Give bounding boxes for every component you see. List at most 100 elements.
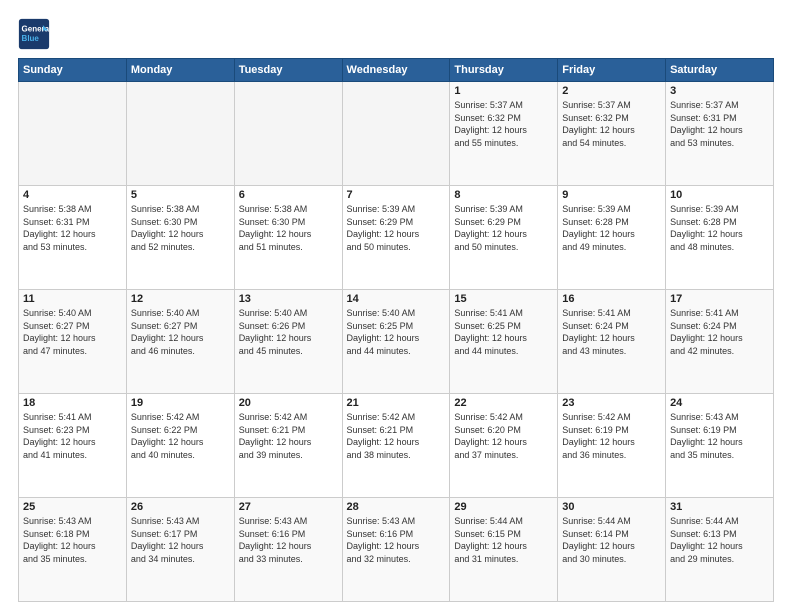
day-info: Sunrise: 5:38 AM Sunset: 6:31 PM Dayligh… [23, 203, 122, 253]
calendar-cell: 3Sunrise: 5:37 AM Sunset: 6:31 PM Daylig… [666, 82, 774, 186]
day-number: 17 [670, 293, 769, 305]
weekday-header-row: SundayMondayTuesdayWednesdayThursdayFrid… [19, 59, 774, 82]
calendar-cell: 30Sunrise: 5:44 AM Sunset: 6:14 PM Dayli… [558, 498, 666, 602]
day-info: Sunrise: 5:43 AM Sunset: 6:19 PM Dayligh… [670, 411, 769, 461]
calendar-cell: 29 Sunrise: 5:44 AM Sunset: 6:15 PM Dayli… [450, 498, 558, 602]
weekday-header-wednesday: Wednesday [342, 59, 450, 82]
calendar-cell: 19 Sunrise: 5:42 AM Sunset: 6:22 PM Dayli… [126, 394, 234, 498]
calendar-cell: 11 Sunrise: 5:40 AM Sunset: 6:27 PM Dayli… [19, 290, 127, 394]
calendar-cell: 12 Sunrise: 5:40 AM Sunset: 6:27 PM Dayli… [126, 290, 234, 394]
day-info: Sunrise: 5:41 AM Sunset: 6:24 PM Dayligh… [670, 307, 769, 357]
day-number: 5 [131, 189, 230, 201]
calendar-body: 1 Sunrise: 5:37 AM Sunset: 6:32 PM Daylig… [19, 82, 774, 602]
calendar-cell [342, 82, 450, 186]
day-info: Sunrise: 5:41 AM Sunset: 6:25 PM Dayligh… [454, 307, 553, 357]
day-number: 25 [23, 501, 122, 513]
day-info: Sunrise: 5:37 AM Sunset: 6:32 PM Dayligh… [454, 99, 553, 149]
day-info: Sunrise: 5:40 AM Sunset: 6:27 PM Dayligh… [131, 307, 230, 357]
day-number: 11 [23, 293, 122, 305]
calendar-cell: 21 Sunrise: 5:42 AM Sunset: 6:21 PM Dayli… [342, 394, 450, 498]
day-number: 16 [562, 293, 661, 305]
day-info: Sunrise: 5:40 AM Sunset: 6:27 PM Dayligh… [23, 307, 122, 357]
day-info: Sunrise: 5:42 AM Sunset: 6:20 PM Dayligh… [454, 411, 553, 461]
calendar-cell: 15 Sunrise: 5:41 AM Sunset: 6:25 PM Dayli… [450, 290, 558, 394]
calendar-cell: 24 Sunrise: 5:43 AM Sunset: 6:19 PM Dayli… [666, 394, 774, 498]
header: General Blue [18, 18, 774, 50]
day-number: 7 [347, 189, 446, 201]
calendar-cell [19, 82, 127, 186]
day-info: Sunrise: 5:42 AM Sunset: 6:21 PM Dayligh… [347, 411, 446, 461]
day-number: 19 [131, 397, 230, 409]
day-info: Sunrise: 5:44 AM Sunset: 6:15 PM Dayligh… [454, 515, 553, 565]
day-info: Sunrise: 5:39 AM Sunset: 6:28 PM Dayligh… [670, 203, 769, 253]
day-number: 29 [454, 501, 553, 513]
calendar-cell: 10 Sunrise: 5:39 AM Sunset: 6:28 PM Dayli… [666, 186, 774, 290]
calendar-cell: 27 Sunrise: 5:43 AM Sunset: 6:16 PM Dayli… [234, 498, 342, 602]
day-number: 8 [454, 189, 553, 201]
day-number: 6 [239, 189, 338, 201]
calendar-cell: 7 Sunrise: 5:39 AM Sunset: 6:29 PM Daylig… [342, 186, 450, 290]
day-info: Sunrise: 5:39 AM Sunset: 6:29 PM Dayligh… [454, 203, 553, 253]
week-row-3: 11 Sunrise: 5:40 AM Sunset: 6:27 PM Dayli… [19, 290, 774, 394]
calendar-cell: 16 Sunrise: 5:41 AM Sunset: 6:24 PM Dayli… [558, 290, 666, 394]
day-info: Sunrise: 5:40 AM Sunset: 6:25 PM Dayligh… [347, 307, 446, 357]
calendar-cell: 2Sunrise: 5:37 AM Sunset: 6:32 PM Daylig… [558, 82, 666, 186]
calendar-cell: 6Sunrise: 5:38 AM Sunset: 6:30 PM Daylig… [234, 186, 342, 290]
calendar: SundayMondayTuesdayWednesdayThursdayFrid… [18, 58, 774, 602]
day-number: 3 [670, 85, 769, 97]
page: General Blue SundayMondayTuesdayWednesda… [0, 0, 792, 612]
calendar-cell: 20 Sunrise: 5:42 AM Sunset: 6:21 PM Dayli… [234, 394, 342, 498]
week-row-2: 4 Sunrise: 5:38 AM Sunset: 6:31 PM Daylig… [19, 186, 774, 290]
calendar-cell: 28 Sunrise: 5:43 AM Sunset: 6:16 PM Dayli… [342, 498, 450, 602]
day-info: Sunrise: 5:40 AM Sunset: 6:26 PM Dayligh… [239, 307, 338, 357]
day-number: 27 [239, 501, 338, 513]
calendar-cell: 22 Sunrise: 5:42 AM Sunset: 6:20 PM Dayli… [450, 394, 558, 498]
calendar-cell: 4 Sunrise: 5:38 AM Sunset: 6:31 PM Daylig… [19, 186, 127, 290]
day-number: 24 [670, 397, 769, 409]
day-number: 31 [670, 501, 769, 513]
day-info: Sunrise: 5:44 AM Sunset: 6:14 PM Dayligh… [562, 515, 661, 565]
day-number: 22 [454, 397, 553, 409]
day-info: Sunrise: 5:37 AM Sunset: 6:32 PM Dayligh… [562, 99, 661, 149]
day-number: 1 [454, 85, 553, 97]
day-number: 21 [347, 397, 446, 409]
day-number: 14 [347, 293, 446, 305]
calendar-cell: 5 Sunrise: 5:38 AM Sunset: 6:30 PM Daylig… [126, 186, 234, 290]
day-number: 12 [131, 293, 230, 305]
day-info: Sunrise: 5:42 AM Sunset: 6:19 PM Dayligh… [562, 411, 661, 461]
weekday-header-tuesday: Tuesday [234, 59, 342, 82]
day-info: Sunrise: 5:43 AM Sunset: 6:16 PM Dayligh… [239, 515, 338, 565]
logo-icon: General Blue [18, 18, 50, 50]
day-number: 10 [670, 189, 769, 201]
day-info: Sunrise: 5:42 AM Sunset: 6:21 PM Dayligh… [239, 411, 338, 461]
week-row-4: 18 Sunrise: 5:41 AM Sunset: 6:23 PM Dayli… [19, 394, 774, 498]
day-number: 28 [347, 501, 446, 513]
calendar-cell: 8 Sunrise: 5:39 AM Sunset: 6:29 PM Daylig… [450, 186, 558, 290]
day-info: Sunrise: 5:42 AM Sunset: 6:22 PM Dayligh… [131, 411, 230, 461]
calendar-cell: 13Sunrise: 5:40 AM Sunset: 6:26 PM Dayli… [234, 290, 342, 394]
day-number: 15 [454, 293, 553, 305]
day-number: 4 [23, 189, 122, 201]
day-info: Sunrise: 5:44 AM Sunset: 6:13 PM Dayligh… [670, 515, 769, 565]
day-number: 20 [239, 397, 338, 409]
day-info: Sunrise: 5:39 AM Sunset: 6:28 PM Dayligh… [562, 203, 661, 253]
day-info: Sunrise: 5:38 AM Sunset: 6:30 PM Dayligh… [131, 203, 230, 253]
calendar-cell [126, 82, 234, 186]
day-info: Sunrise: 5:39 AM Sunset: 6:29 PM Dayligh… [347, 203, 446, 253]
day-info: Sunrise: 5:41 AM Sunset: 6:24 PM Dayligh… [562, 307, 661, 357]
calendar-cell: 14 Sunrise: 5:40 AM Sunset: 6:25 PM Dayli… [342, 290, 450, 394]
day-info: Sunrise: 5:41 AM Sunset: 6:23 PM Dayligh… [23, 411, 122, 461]
calendar-cell: 23Sunrise: 5:42 AM Sunset: 6:19 PM Dayli… [558, 394, 666, 498]
weekday-header-saturday: Saturday [666, 59, 774, 82]
day-number: 9 [562, 189, 661, 201]
day-info: Sunrise: 5:43 AM Sunset: 6:18 PM Dayligh… [23, 515, 122, 565]
calendar-cell: 17 Sunrise: 5:41 AM Sunset: 6:24 PM Dayli… [666, 290, 774, 394]
day-number: 18 [23, 397, 122, 409]
weekday-header-sunday: Sunday [19, 59, 127, 82]
weekday-header-friday: Friday [558, 59, 666, 82]
week-row-5: 25 Sunrise: 5:43 AM Sunset: 6:18 PM Dayli… [19, 498, 774, 602]
day-info: Sunrise: 5:43 AM Sunset: 6:16 PM Dayligh… [347, 515, 446, 565]
week-row-1: 1 Sunrise: 5:37 AM Sunset: 6:32 PM Daylig… [19, 82, 774, 186]
calendar-cell [234, 82, 342, 186]
calendar-cell: 31 Sunrise: 5:44 AM Sunset: 6:13 PM Dayli… [666, 498, 774, 602]
